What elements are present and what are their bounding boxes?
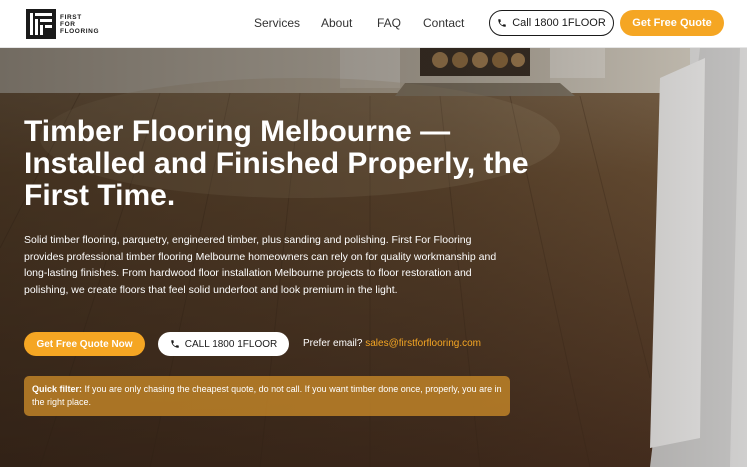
quick-filter-text: If you are only chasing the cheapest quo… <box>32 384 502 407</box>
nav-services[interactable]: Services <box>254 16 300 30</box>
hero-call-label: CALL 1800 1FLOOR <box>184 338 278 350</box>
hero-description: Solid timber flooring, parquetry, engine… <box>24 234 497 296</box>
header-quote-button[interactable]: Get Free Quote <box>620 10 724 36</box>
logo-mark-icon <box>26 9 56 39</box>
phone-icon <box>498 19 506 27</box>
hero-section: Timber Flooring Melbourne — Installed an… <box>0 48 747 467</box>
phone-icon <box>171 340 179 348</box>
email-prefix: Prefer email? <box>303 338 363 349</box>
nav-faq[interactable]: FAQ <box>377 16 401 30</box>
hero-quote-button[interactable]: Get Free Quote Now <box>24 332 145 356</box>
quick-filter-notice: Quick filter: If you are only chasing th… <box>24 376 510 416</box>
hero-call-button[interactable]: CALL 1800 1FLOOR <box>158 332 289 356</box>
site-header: FIRST FOR FLOORING Services About FAQ Co… <box>0 0 747 48</box>
hero-title: Timber Flooring Melbourne — Installed an… <box>24 115 529 212</box>
nav-contact[interactable]: Contact <box>423 16 464 30</box>
header-call-label: Call 1800 1FLOOR <box>512 17 606 29</box>
nav-about[interactable]: About <box>321 16 352 30</box>
email-link[interactable]: sales@firstforflooring.com <box>365 338 481 349</box>
email-line: Prefer email? sales@firstforflooring.com <box>303 338 481 349</box>
brand-logo[interactable]: FIRST FOR FLOORING <box>26 8 99 40</box>
header-call-button[interactable]: Call 1800 1FLOOR <box>489 10 614 36</box>
logo-text: FIRST FOR FLOORING <box>60 13 100 35</box>
quick-filter-label: Quick filter: <box>32 384 83 394</box>
